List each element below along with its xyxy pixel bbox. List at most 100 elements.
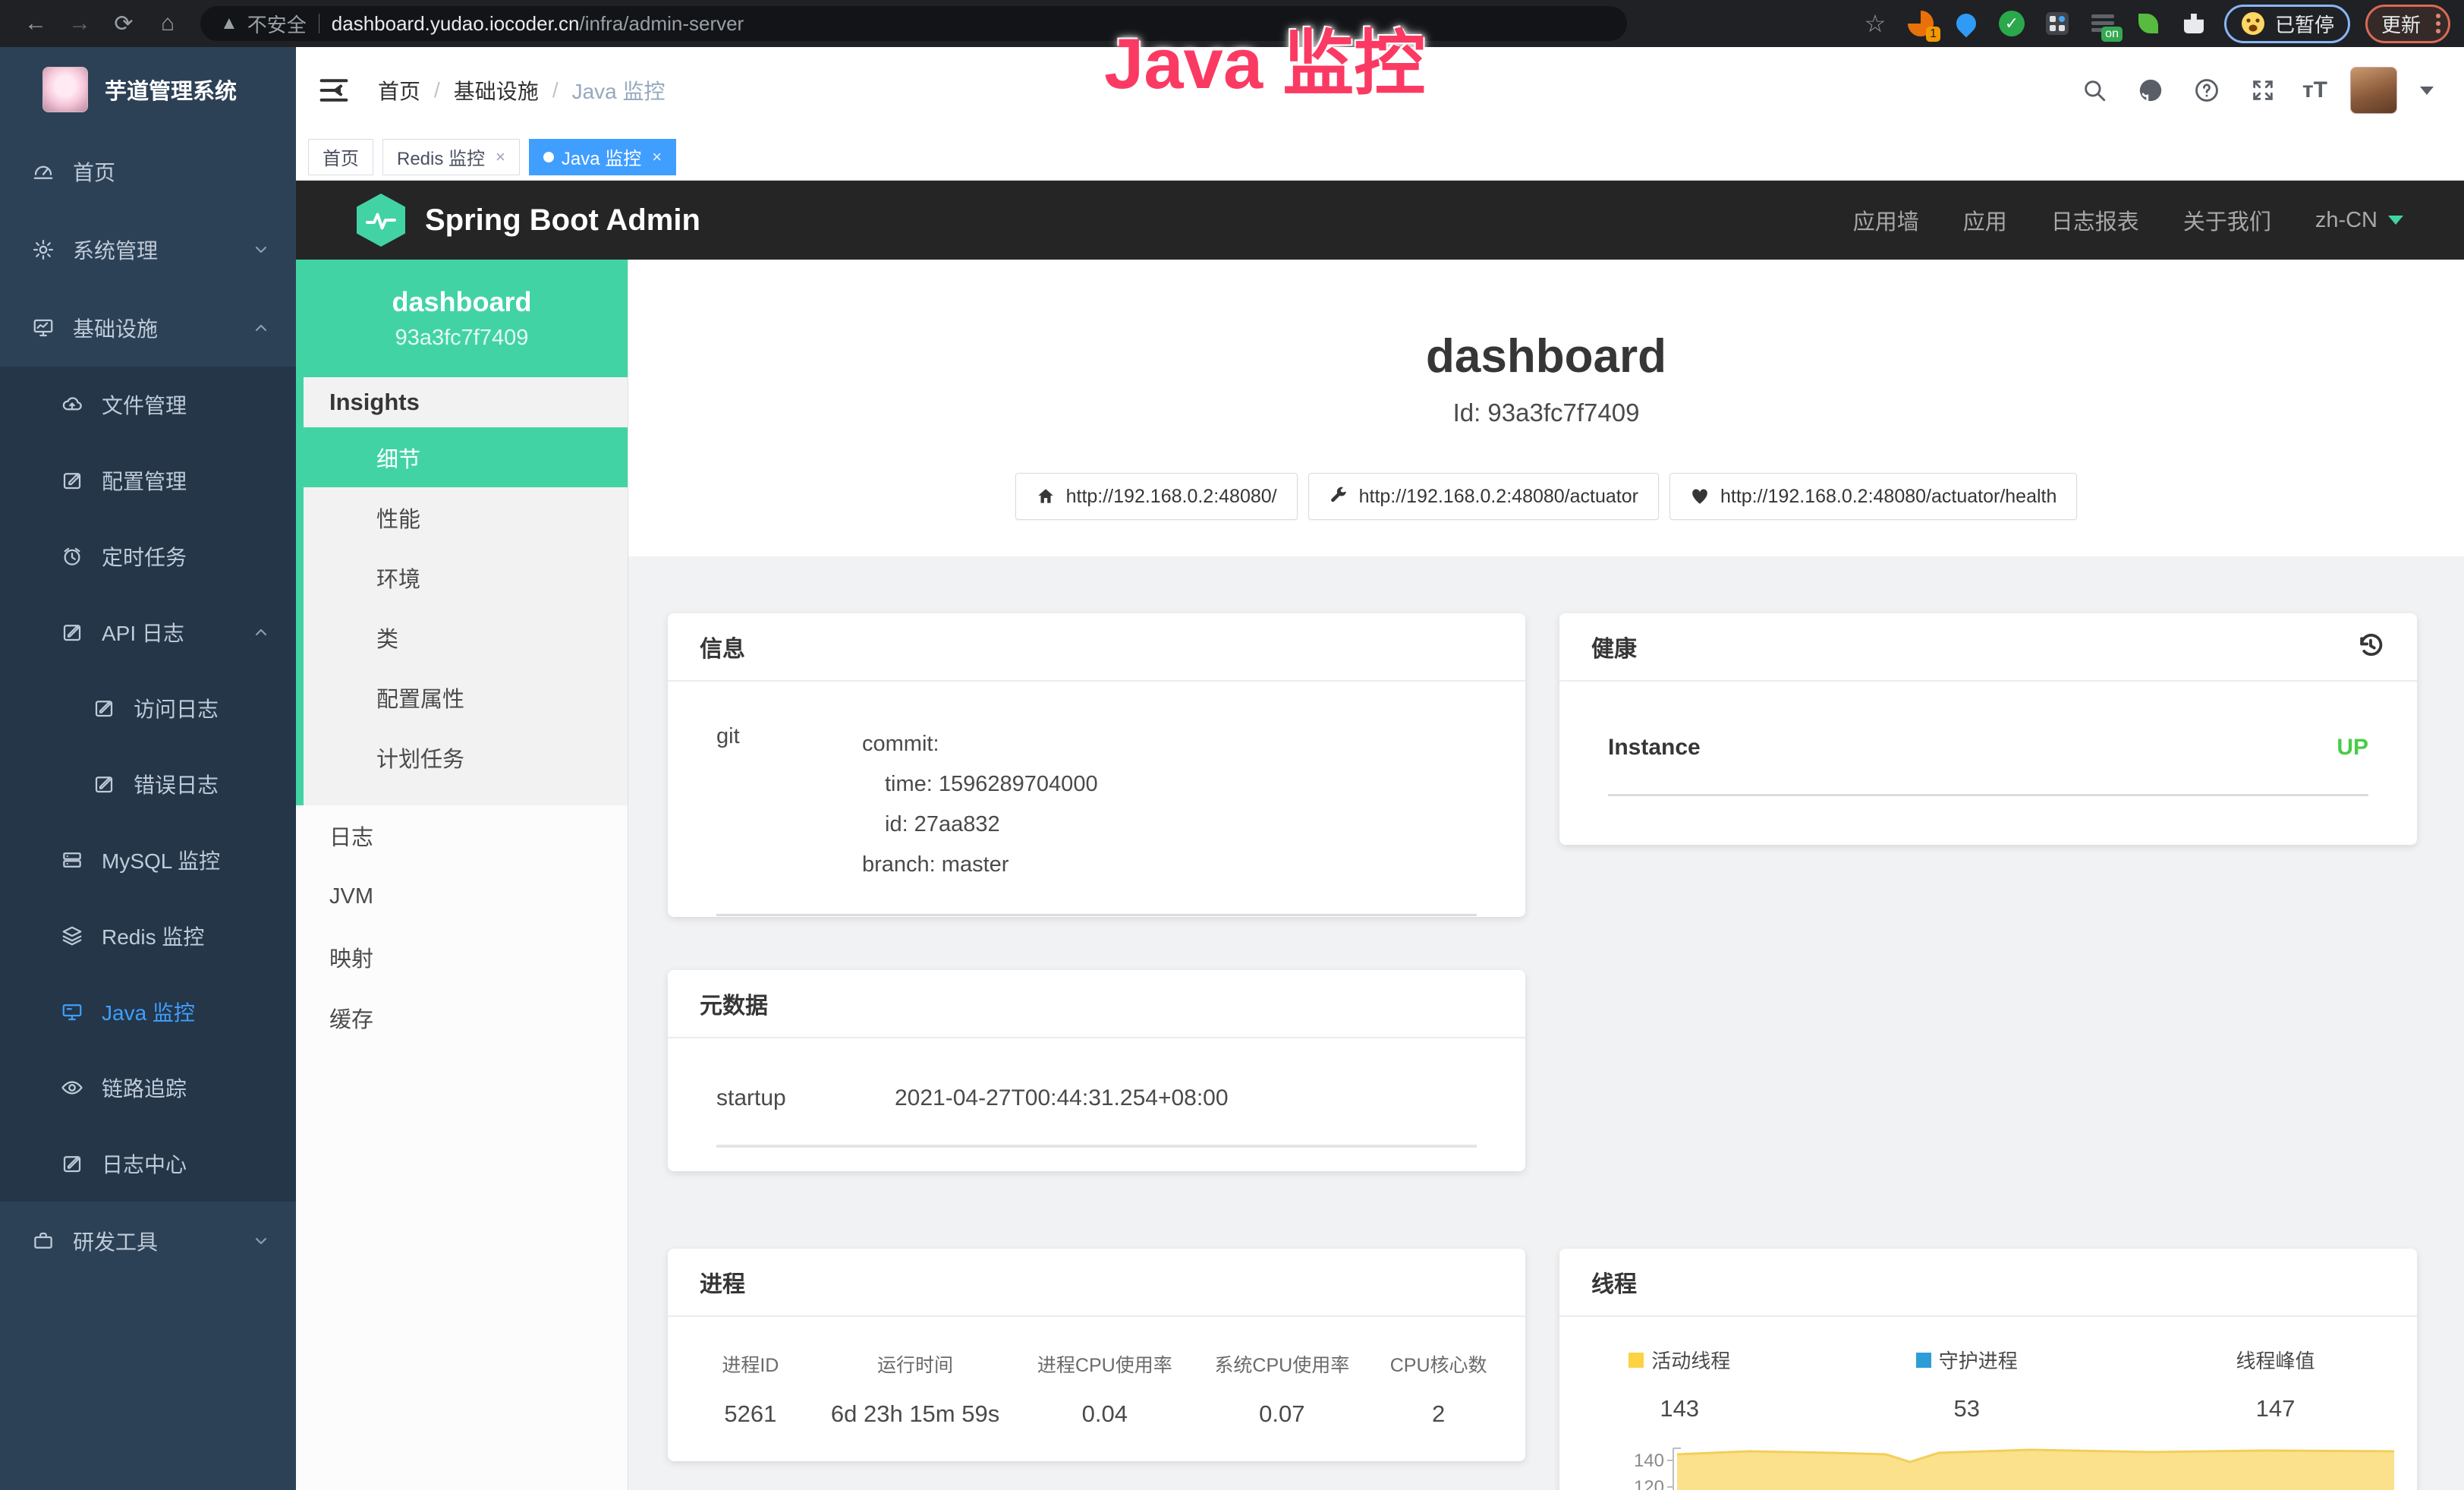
- extension-pin-icon[interactable]: [1951, 8, 1981, 39]
- health-card-title: 健康: [1591, 630, 1637, 663]
- sba-nav-about[interactable]: 关于我们: [2183, 204, 2271, 236]
- threads-card-title: 线程: [1591, 1265, 1637, 1299]
- fullscreen-icon[interactable]: [2246, 74, 2280, 107]
- history-icon[interactable]: [2356, 631, 2385, 663]
- sidebar-collapse-icon[interactable]: [311, 68, 357, 113]
- wrench-icon: [1329, 487, 1348, 506]
- smiley-face-icon: [2240, 11, 2266, 36]
- insights-group: Insights 细节 性能 环境 类 配置属性 计划任务: [296, 377, 628, 805]
- sidebar-item-file-manage[interactable]: 文件管理: [0, 367, 296, 443]
- extension-sidebar-icon[interactable]: 1: [1905, 8, 1936, 39]
- profile-paused-chip[interactable]: 已暂停: [2224, 5, 2350, 43]
- extension-on-badge-icon[interactable]: on: [2088, 8, 2118, 39]
- sidebar-item-redis-monitor[interactable]: Redis 监控: [0, 898, 296, 974]
- browser-update-button[interactable]: 更新: [2365, 5, 2450, 43]
- instance-title: dashboard: [628, 329, 2464, 383]
- sba-nav-applications[interactable]: 应用: [1963, 204, 2007, 236]
- live-threads-value: 143: [1559, 1395, 1799, 1422]
- sidebar-item-config-manage[interactable]: 配置管理: [0, 443, 296, 518]
- extension-leaf-icon[interactable]: [2133, 8, 2163, 39]
- info-key: git: [716, 724, 862, 885]
- active-threads-area: [1677, 1450, 2394, 1490]
- menu-item-caches[interactable]: 缓存: [296, 988, 628, 1048]
- sidebar-item-home[interactable]: 首页: [0, 132, 296, 210]
- paused-label: 已暂停: [2275, 10, 2334, 38]
- browser-back-icon[interactable]: ←: [14, 7, 58, 40]
- menu-item-logging[interactable]: 日志: [296, 805, 628, 866]
- tab-home[interactable]: 首页: [308, 139, 373, 175]
- process-table: 进程ID5261 运行时间6d 23h 15m 59s 进程CPU使用率0.04…: [668, 1317, 1525, 1428]
- search-icon[interactable]: [2078, 74, 2111, 107]
- daemon-threads-value: 53: [1799, 1395, 2134, 1422]
- bookmark-star-icon[interactable]: ☆: [1860, 8, 1890, 39]
- menu-item-jvm[interactable]: JVM: [296, 866, 628, 927]
- tab-redis-monitor[interactable]: Redis 监控 ×: [382, 139, 520, 175]
- font-size-icon[interactable]: тT: [2302, 77, 2327, 103]
- menu-item-details[interactable]: 细节: [296, 427, 628, 487]
- info-card: 信息 git commit: time: 1596289704000 id: 2…: [668, 613, 1525, 917]
- security-label[interactable]: 不安全: [247, 10, 307, 38]
- sidebar-item-infrastructure[interactable]: 基础设施: [0, 288, 296, 367]
- log-edit-icon: [61, 1152, 83, 1175]
- sidebar-item-dev-tools[interactable]: 研发工具: [0, 1202, 296, 1280]
- health-card: 健康 Instance UP: [1559, 613, 2417, 845]
- app-logo[interactable]: 芋道管理系统: [0, 47, 296, 132]
- legend-blue-swatch: [1916, 1353, 1931, 1368]
- instance-id: 93a3fc7f7409: [395, 326, 529, 351]
- update-label: 更新: [2381, 10, 2421, 38]
- instance-header[interactable]: dashboard 93a3fc7f7409: [296, 260, 628, 377]
- extension-grid-icon[interactable]: [2042, 8, 2072, 39]
- menu-item-scheduled-tasks[interactable]: 计划任务: [296, 727, 628, 787]
- threads-card: 线程 活动线程 守护进程 线程峰值: [1559, 1249, 2417, 1490]
- github-icon[interactable]: [2134, 74, 2167, 107]
- menu-item-config-props[interactable]: 配置属性: [296, 667, 628, 727]
- breadcrumb-home[interactable]: 首页: [378, 75, 420, 106]
- user-menu-caret-icon[interactable]: [2420, 87, 2434, 95]
- metadata-value: 2021-04-27T00:44:31.254+08:00: [895, 1085, 1229, 1111]
- extensions-puzzle-icon[interactable]: [2179, 8, 2209, 39]
- menu-item-mappings[interactable]: 映射: [296, 927, 628, 988]
- sidebar-item-log-center[interactable]: 日志中心: [0, 1126, 296, 1202]
- browser-reload-icon[interactable]: ⟳: [102, 7, 146, 40]
- sidebar-item-error-log[interactable]: 错误日志: [0, 746, 296, 822]
- actuator-url-button[interactable]: http://192.168.0.2:48080/actuator: [1308, 473, 1659, 520]
- service-url-button[interactable]: http://192.168.0.2:48080/: [1015, 473, 1298, 520]
- instance-id-line: Id: 93a3fc7f7409: [628, 398, 2464, 427]
- help-icon[interactable]: [2190, 74, 2223, 107]
- security-warning-icon: ▲: [220, 13, 238, 34]
- sba-logo-icon[interactable]: [357, 194, 405, 247]
- left-column: 信息 git commit: time: 1596289704000 id: 2…: [668, 613, 1525, 1490]
- y-tick-120: 120: [1634, 1477, 1664, 1490]
- browser-menu-icon[interactable]: [2436, 14, 2440, 33]
- sba-brand[interactable]: Spring Boot Admin: [425, 203, 700, 238]
- close-icon[interactable]: ×: [496, 147, 505, 167]
- extension-check-icon[interactable]: ✓: [1997, 8, 2027, 39]
- menu-item-environment[interactable]: 环境: [296, 547, 628, 607]
- info-row-git: git commit: time: 1596289704000 id: 27aa…: [716, 724, 1477, 916]
- menu-item-metrics[interactable]: 性能: [296, 487, 628, 547]
- metadata-card-title: 元数据: [700, 987, 768, 1020]
- browser-forward-icon[interactable]: →: [58, 7, 102, 40]
- browser-home-icon[interactable]: ⌂: [146, 7, 190, 40]
- user-avatar[interactable]: [2350, 67, 2397, 114]
- eye-icon: [61, 1076, 83, 1099]
- cards-section: 信息 git commit: time: 1596289704000 id: 2…: [628, 556, 2464, 1490]
- sidebar-item-scheduled-jobs[interactable]: 定时任务: [0, 518, 296, 594]
- sba-nav-wallboard[interactable]: 应用墙: [1853, 204, 1919, 236]
- menu-item-classes[interactable]: 类: [296, 607, 628, 667]
- sba-language-select[interactable]: zh-CN: [2315, 208, 2403, 233]
- breadcrumb-infrastructure[interactable]: 基础设施: [454, 75, 539, 106]
- health-url-button[interactable]: http://192.168.0.2:48080/actuator/health: [1669, 473, 2077, 520]
- close-icon[interactable]: ×: [652, 147, 662, 167]
- sidebar-item-mysql-monitor[interactable]: MySQL 监控: [0, 822, 296, 898]
- sidebar-item-trace[interactable]: 链路追踪: [0, 1050, 296, 1126]
- sidebar-item-api-log[interactable]: API 日志: [0, 594, 296, 670]
- sidebar-item-system[interactable]: 系统管理: [0, 210, 296, 288]
- chevron-down-icon: [2388, 216, 2403, 225]
- health-row-instance: Instance UP: [1608, 735, 2368, 796]
- sidebar-item-access-log[interactable]: 访问日志: [0, 670, 296, 746]
- sidebar-item-java-monitor[interactable]: Java 监控: [0, 974, 296, 1050]
- tab-java-monitor[interactable]: Java 监控 ×: [529, 139, 676, 175]
- metadata-row-startup: startup 2021-04-27T00:44:31.254+08:00: [716, 1085, 1477, 1148]
- sba-nav-journal[interactable]: 日志报表: [2051, 204, 2139, 236]
